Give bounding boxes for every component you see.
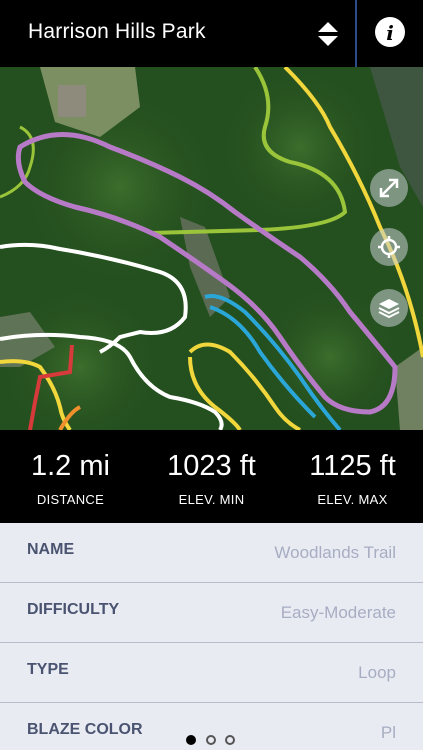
info-icon: i [386,21,394,45]
stat-elev-max: 1125 ft ELEV. MAX [282,450,423,507]
detail-value: Loop [358,663,396,682]
park-title: Harrison Hills Park [28,20,206,43]
page-dot[interactable] [206,735,216,745]
detail-value: Easy-Moderate [280,603,396,622]
detail-label: TYPE [27,661,69,678]
page-dot[interactable] [225,735,235,745]
header-divider [355,0,357,67]
stat-value: 1023 ft [167,450,256,482]
stat-label: ELEV. MIN [178,492,245,507]
page-indicator[interactable] [186,735,246,747]
detail-row-type: TYPE Loop [0,643,423,703]
locate-button[interactable] [370,228,408,266]
info-button[interactable]: i [375,17,405,47]
stat-value: 1.2 mi [31,450,110,482]
detail-label: NAME [27,541,75,558]
trail-details[interactable]: NAME Woodlands Trail DIFFICULTY Easy-Mod… [0,523,423,750]
stat-distance: 1.2 mi DISTANCE [0,450,141,507]
stat-label: ELEV. MAX [317,492,388,507]
detail-label: BLAZE COLOR [27,721,143,738]
detail-value: Woodlands Trail [274,543,396,562]
fullscreen-icon [379,178,399,198]
page-dot-active[interactable] [186,735,196,745]
locate-icon [378,236,400,258]
detail-value: Pl [380,723,396,742]
stat-value: 1125 ft [309,450,396,482]
detail-row-difficulty: DIFFICULTY Easy-Moderate [0,583,423,643]
detail-label: DIFFICULTY [27,601,120,618]
sort-up-down-icon[interactable] [314,20,342,48]
detail-row-name: NAME Woodlands Trail [0,523,423,583]
top-bar: Harrison Hills Park i [0,0,423,67]
trail-map[interactable] [0,67,423,430]
layers-icon [378,299,400,319]
layers-button[interactable] [370,289,408,327]
trail-stats: 1.2 mi DISTANCE 1023 ft ELEV. MIN 1125 f… [0,430,423,523]
fullscreen-button[interactable] [370,169,408,207]
map-satellite-imagery [0,67,423,430]
stat-elev-min: 1023 ft ELEV. MIN [141,450,282,507]
stat-label: DISTANCE [36,492,105,507]
